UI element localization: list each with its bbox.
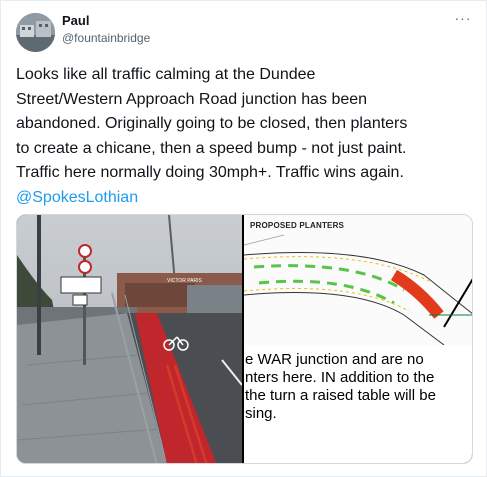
street-photo-image: VICTOR PARIS — [17, 215, 243, 463]
plan-drawing: PROPOSED PLANTERS — [243, 215, 472, 346]
plan-title: PROPOSED PLANTERS — [250, 221, 345, 230]
tweet-text-line: Looks like all traffic calming at the Du… — [16, 66, 316, 83]
mention-link[interactable]: @SpokesLothian — [16, 186, 478, 211]
tweet-text-line: abandoned. Originally going to be closed… — [16, 115, 408, 132]
plan-caption-line: nters here. IN addition to the — [245, 369, 435, 386]
plan-caption-line: e WAR junction and are no — [245, 351, 424, 368]
plan-drawing-image — [243, 215, 472, 346]
avatar[interactable] — [16, 13, 55, 52]
author-name[interactable]: Paul — [62, 13, 89, 28]
tweet-text-line: Street/Western Approach Road junction ha… — [16, 90, 368, 108]
plan-image[interactable]: PROPOSED PLANTERS e WAR junction and are… — [243, 215, 472, 463]
author-handle[interactable]: @fountainbridge — [62, 31, 150, 45]
avatar-image — [16, 13, 55, 52]
photo-sign-text: VICTOR PARIS — [167, 278, 202, 284]
more-options-icon[interactable]: ··· — [452, 10, 474, 26]
media-grid: VICTOR PARIS PROPOSED PLANTERS e WAR jun… — [16, 214, 473, 464]
street-photo[interactable]: VICTOR PARIS — [17, 215, 243, 463]
plan-caption-line: sing. — [245, 405, 277, 422]
plan-caption-line: the turn a raised table will be — [245, 387, 436, 404]
tweet-text: Looks like all traffic calming at the Du… — [16, 63, 478, 210]
tweet-text-line: to create a chicane, then a speed bump -… — [16, 139, 407, 157]
tweet-text-line: Traffic here normally doing 30mph+. Traf… — [16, 164, 404, 181]
plan-caption: e WAR junction and are no nters here. IN… — [244, 351, 472, 423]
